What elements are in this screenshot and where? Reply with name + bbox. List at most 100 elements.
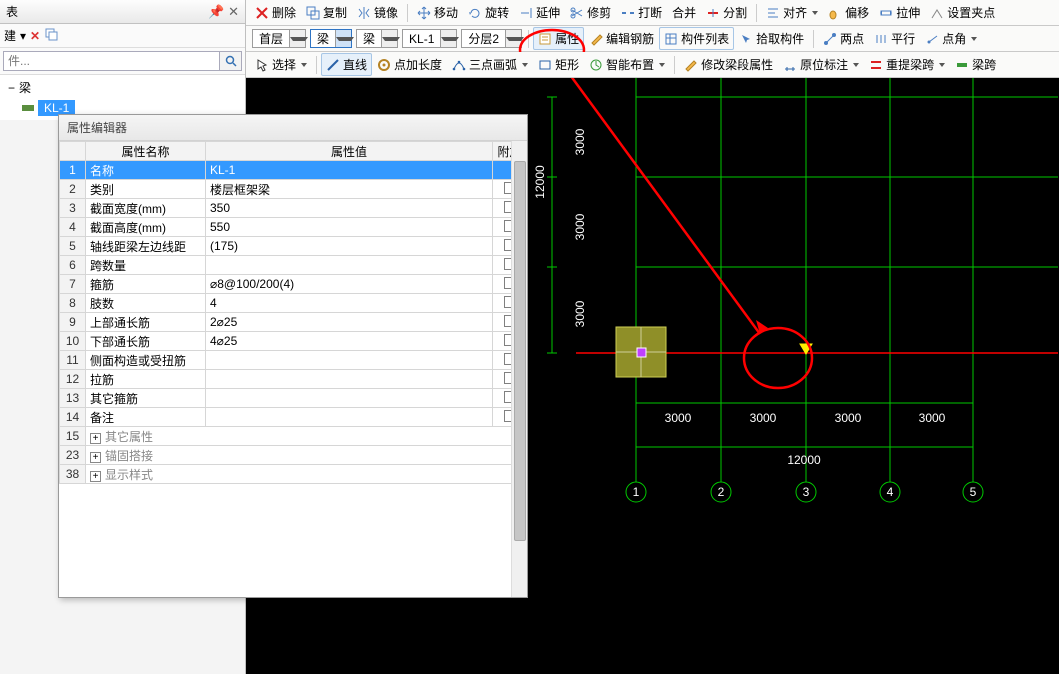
origin-label-button[interactable]: 原位标注 (778, 53, 864, 76)
property-group-row[interactable]: 15+其它属性 (60, 427, 527, 446)
row-index: 8 (60, 294, 86, 313)
category1-combo[interactable]: 梁 (310, 29, 352, 48)
snap-button[interactable]: 设置夹点 (925, 1, 1000, 24)
parallel-button[interactable]: 平行 (869, 27, 920, 50)
scrollbar[interactable] (511, 141, 527, 597)
smart-layout-button[interactable]: 智能布置 (584, 53, 670, 76)
point-angle-button[interactable]: 点角 (920, 27, 982, 50)
move-button[interactable]: 移动 (412, 1, 463, 24)
expand-icon[interactable]: + (90, 433, 101, 444)
toolbar-draw: 选择 直线 点加长度 三点画弧 矩形 智能布置 修改梁段属性 原位标注 重提梁跨… (246, 52, 1059, 78)
svg-text:3000: 3000 (665, 411, 692, 425)
prop-name: 肢数 (86, 294, 206, 313)
search-button[interactable] (220, 51, 242, 71)
line-button[interactable]: 直线 (321, 53, 372, 76)
respan-button[interactable]: 重提梁跨 (864, 53, 950, 76)
property-row[interactable]: 14备注 (60, 408, 527, 427)
svg-text:3000: 3000 (750, 411, 777, 425)
offset-button[interactable]: 偏移 (823, 1, 874, 24)
row-index: 2 (60, 180, 86, 199)
split-button[interactable]: 分割 (701, 1, 752, 24)
property-row[interactable]: 1名称KL-1 (60, 161, 527, 180)
prop-value[interactable]: 楼层框架梁 (206, 180, 493, 199)
mirror-button[interactable]: 镜像 (352, 1, 403, 24)
property-button[interactable]: 属性 (533, 27, 584, 50)
search-icon (225, 55, 237, 67)
property-row[interactable]: 10下部通长筋4⌀25 (60, 332, 527, 351)
prop-name: 名称 (86, 161, 206, 180)
prop-value[interactable]: 350 (206, 199, 493, 218)
panel-header-table: 表 📌 ✕ (0, 0, 245, 24)
property-row[interactable]: 3截面宽度(mm)350 (60, 199, 527, 218)
prop-value[interactable]: 550 (206, 218, 493, 237)
rect-button[interactable]: 矩形 (533, 53, 584, 76)
category2-combo[interactable]: 梁 (356, 29, 398, 48)
copy-icon[interactable] (44, 27, 58, 44)
property-grid[interactable]: 属性名称 属性值 附加 1名称KL-12类别楼层框架梁3截面宽度(mm)3504… (59, 141, 527, 597)
delete-icon[interactable]: ✕ (30, 29, 40, 43)
property-row[interactable]: 12拉筋 (60, 370, 527, 389)
scrollbar-thumb[interactable] (514, 161, 526, 541)
pick-member-button[interactable]: 拾取构件 (734, 27, 809, 50)
point-length-button[interactable]: 点加长度 (372, 53, 447, 76)
floor-combo[interactable]: 首层 (252, 29, 306, 48)
prop-value[interactable]: 2⌀25 (206, 313, 493, 332)
prop-value[interactable] (206, 408, 493, 427)
search-input[interactable] (3, 51, 220, 71)
prop-value[interactable]: 4 (206, 294, 493, 313)
property-row[interactable]: 7箍筋⌀8@100/200(4) (60, 275, 527, 294)
expand-icon[interactable]: + (90, 471, 101, 482)
arc3-button[interactable]: 三点画弧 (447, 53, 533, 76)
property-row[interactable]: 6跨数量 (60, 256, 527, 275)
stretch-button[interactable]: 拉伸 (874, 1, 925, 24)
align-button[interactable]: 对齐 (761, 1, 823, 24)
row-index: 4 (60, 218, 86, 237)
edit-rebar-button[interactable]: 编辑钢筋 (584, 27, 659, 50)
prop-value[interactable] (206, 351, 493, 370)
prop-value[interactable]: ⌀8@100/200(4) (206, 275, 493, 294)
search-row (0, 48, 245, 75)
trim-button[interactable]: 修剪 (565, 1, 616, 24)
select-button[interactable]: 选择 (250, 53, 312, 76)
property-row[interactable]: 11侧面构造或受扭筋 (60, 351, 527, 370)
property-row[interactable]: 2类别楼层框架梁 (60, 180, 527, 199)
dropdown-arrow-icon[interactable]: ▾ (20, 29, 26, 43)
property-row[interactable]: 8肢数4 (60, 294, 527, 313)
delete-button[interactable]: 删除 (250, 1, 301, 24)
join-button[interactable]: 合并 (667, 1, 701, 24)
svg-text:3000: 3000 (919, 411, 946, 425)
svg-text:4: 4 (887, 485, 894, 499)
beam-icon (22, 103, 34, 113)
prop-value[interactable]: KL-1 (206, 161, 493, 180)
property-row[interactable]: 5轴线距梁左边线距(175) (60, 237, 527, 256)
prop-value[interactable] (206, 256, 493, 275)
extend-button[interactable]: 延伸 (514, 1, 565, 24)
row-index: 6 (60, 256, 86, 275)
property-group-row[interactable]: 38+显示样式 (60, 465, 527, 484)
expand-icon[interactable]: + (90, 452, 101, 463)
row-index: 9 (60, 313, 86, 332)
prop-value[interactable] (206, 389, 493, 408)
property-row[interactable]: 13其它箍筋 (60, 389, 527, 408)
member-list-button[interactable]: 构件列表 (659, 27, 734, 50)
prop-value[interactable]: (175) (206, 237, 493, 256)
svg-text:2: 2 (718, 485, 725, 499)
layer-combo[interactable]: 分层2 (461, 29, 522, 48)
svg-text:3000: 3000 (835, 411, 862, 425)
break-button[interactable]: 打断 (616, 1, 667, 24)
beam-segment-button[interactable]: 修改梁段属性 (679, 53, 778, 76)
row-index: 5 (60, 237, 86, 256)
property-row[interactable]: 4截面高度(mm)550 (60, 218, 527, 237)
rotate-button[interactable]: 旋转 (463, 1, 514, 24)
member-combo[interactable]: KL-1 (402, 29, 457, 48)
copy-button[interactable]: 复制 (301, 1, 352, 24)
property-editor-title: 属性编辑器 (59, 115, 527, 141)
prop-value[interactable]: 4⌀25 (206, 332, 493, 351)
prop-value[interactable] (206, 370, 493, 389)
beam-span-button[interactable]: 梁跨 (950, 53, 1001, 76)
pin-icon[interactable]: 📌 ✕ (208, 4, 239, 20)
two-point-button[interactable]: 两点 (818, 27, 869, 50)
tree-root[interactable]: − 梁 (4, 77, 241, 98)
property-row[interactable]: 9上部通长筋2⌀25 (60, 313, 527, 332)
property-group-row[interactable]: 23+锚固搭接 (60, 446, 527, 465)
